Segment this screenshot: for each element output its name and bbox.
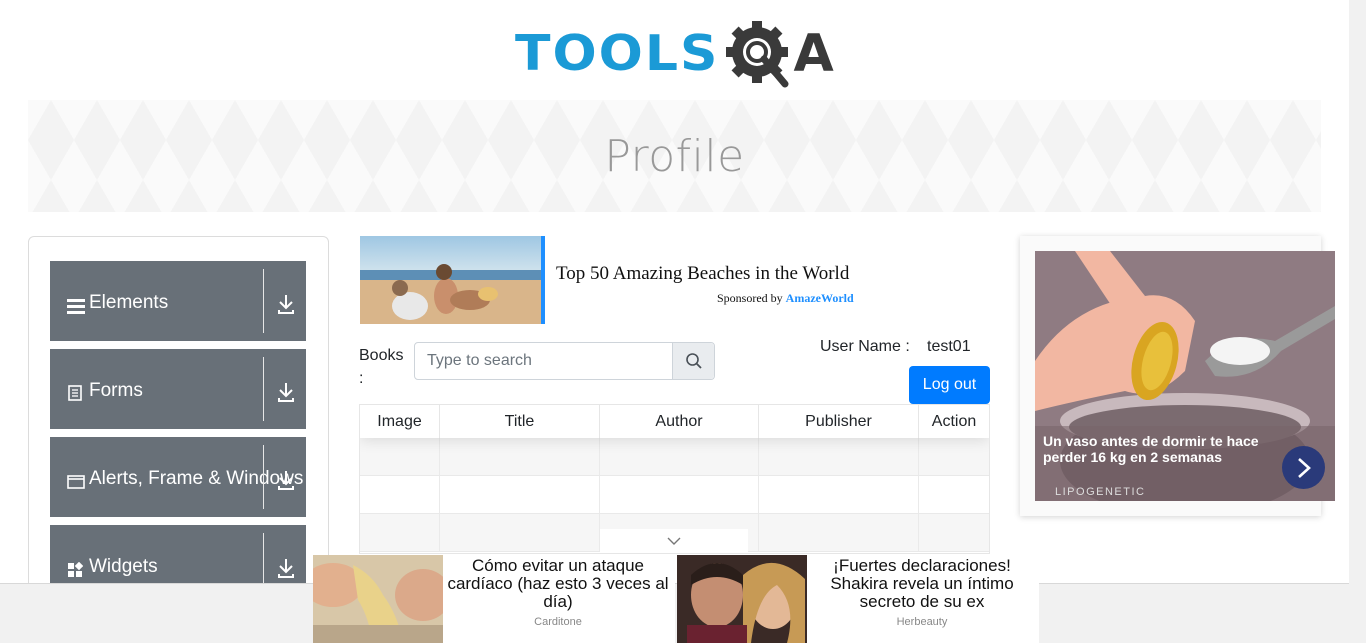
- sponsored-prefix: Sponsored by: [717, 291, 783, 305]
- toolsqa-logo[interactable]: TOOLS A: [515, 16, 840, 92]
- chevron-right-icon: [1297, 457, 1311, 478]
- table-cell: [440, 476, 600, 513]
- side-ad-image[interactable]: Un vaso antes de dormir te hace perder 1…: [1035, 251, 1335, 501]
- table-cell: [759, 438, 919, 475]
- page: TOOLS A Profile Elements Forms Alerts, F…: [0, 0, 1366, 643]
- bottom-ad-title[interactable]: ¡Fuertes declaraciones! Shakira revela u…: [811, 557, 1033, 611]
- sidebar-group-label: Elements: [89, 292, 169, 313]
- table-cell: [919, 514, 989, 551]
- ad-accent-bar: [541, 236, 545, 324]
- rows-per-page-select[interactable]: [600, 529, 748, 553]
- table-cell: [360, 476, 440, 513]
- hamburger-icon: [67, 289, 85, 323]
- table-cell: [600, 476, 759, 513]
- table-cell: [759, 514, 919, 551]
- bottom-ad-image[interactable]: [677, 555, 807, 643]
- sponsor-link[interactable]: AmazeWorld: [786, 291, 854, 305]
- bottom-ad-1[interactable]: Cómo evitar un ataque cardíaco (haz esto…: [313, 555, 675, 643]
- search-icon: [685, 353, 702, 369]
- logo-suffix: A: [793, 24, 834, 84]
- table-cell: [919, 476, 989, 513]
- bottom-ad-image[interactable]: [313, 555, 443, 643]
- ad-sponsor-line: Sponsored by AmazeWorld: [717, 291, 854, 306]
- divider: [263, 269, 264, 333]
- user-name-label: User Name :: [820, 338, 910, 355]
- ad-headline[interactable]: Top 50 Amazing Beaches in the World: [556, 263, 849, 285]
- table-header: Image Title Author Publisher Action: [360, 405, 989, 438]
- sidebar-group-label: Forms: [89, 380, 143, 401]
- page-title: Profile: [604, 130, 745, 182]
- column-header-image[interactable]: Image: [360, 405, 440, 438]
- table-cell: [600, 438, 759, 475]
- column-header-action[interactable]: Action: [919, 405, 989, 438]
- divider: [263, 445, 264, 509]
- bottom-ad-2[interactable]: ¡Fuertes declaraciones! Shakira revela u…: [677, 555, 1039, 643]
- table-cell: [360, 514, 440, 551]
- divider: [263, 357, 264, 421]
- table-cell: [919, 438, 989, 475]
- sidebar-group-alerts[interactable]: Alerts, Frame & Windows: [50, 437, 306, 517]
- books-table: Image Title Author Publisher Action: [359, 404, 990, 554]
- bottom-ad-source: Carditone: [534, 616, 582, 628]
- sponsored-ad[interactable]: Top 50 Amazing Beaches in the World Spon…: [360, 236, 990, 324]
- sidebar-group-label: Widgets: [89, 556, 158, 577]
- book-search-box: [414, 342, 715, 380]
- sidebar-group-forms[interactable]: Forms: [50, 349, 306, 429]
- download-arrow-icon[interactable]: [276, 469, 296, 491]
- sidebar-group-label: Alerts, Frame & Windows: [89, 468, 304, 489]
- sidebar-group-elements[interactable]: Elements: [50, 261, 306, 341]
- window-icon: [67, 465, 85, 499]
- table-cell: [759, 476, 919, 513]
- logo-text: TOOLS: [515, 25, 720, 83]
- search-input[interactable]: [415, 343, 672, 379]
- page-scrollbar[interactable]: [1349, 0, 1366, 643]
- chevron-down-icon: [667, 537, 681, 545]
- side-ad[interactable]: Un vaso antes de dormir te hace perder 1…: [1020, 236, 1335, 516]
- beach-ad-image[interactable]: [360, 236, 541, 324]
- column-header-publisher[interactable]: Publisher: [759, 405, 919, 438]
- books-label: Books :: [359, 347, 404, 387]
- gear-magnifier-icon: [723, 18, 795, 90]
- table-row: [360, 438, 989, 476]
- side-ad-caption[interactable]: Un vaso antes de dormir te hace perder 1…: [1043, 433, 1278, 465]
- table-cell: [360, 438, 440, 475]
- table-row: [360, 476, 989, 514]
- page-banner: Profile: [28, 100, 1321, 212]
- side-ad-brand: LIPOGENETIC: [1055, 486, 1146, 498]
- document-icon: [67, 377, 85, 411]
- left-sidebar: Elements Forms Alerts, Frame & Windows W…: [28, 236, 329, 596]
- bottom-ad-source: Herbeauty: [896, 616, 948, 628]
- next-arrow-button[interactable]: [1282, 446, 1325, 489]
- bottom-ad-title[interactable]: Cómo evitar un ataque cardíaco (haz esto…: [447, 557, 669, 611]
- column-header-author[interactable]: Author: [600, 405, 759, 438]
- search-button[interactable]: [672, 343, 714, 379]
- table-cell: [440, 438, 600, 475]
- widgets-icon: [67, 553, 85, 587]
- download-arrow-icon[interactable]: [276, 293, 296, 315]
- table-cell: [440, 514, 600, 551]
- user-name-value: test01: [927, 338, 971, 355]
- download-arrow-icon[interactable]: [276, 381, 296, 403]
- download-arrow-icon[interactable]: [276, 557, 296, 579]
- logout-button[interactable]: Log out: [909, 366, 990, 404]
- column-header-title[interactable]: Title: [440, 405, 600, 438]
